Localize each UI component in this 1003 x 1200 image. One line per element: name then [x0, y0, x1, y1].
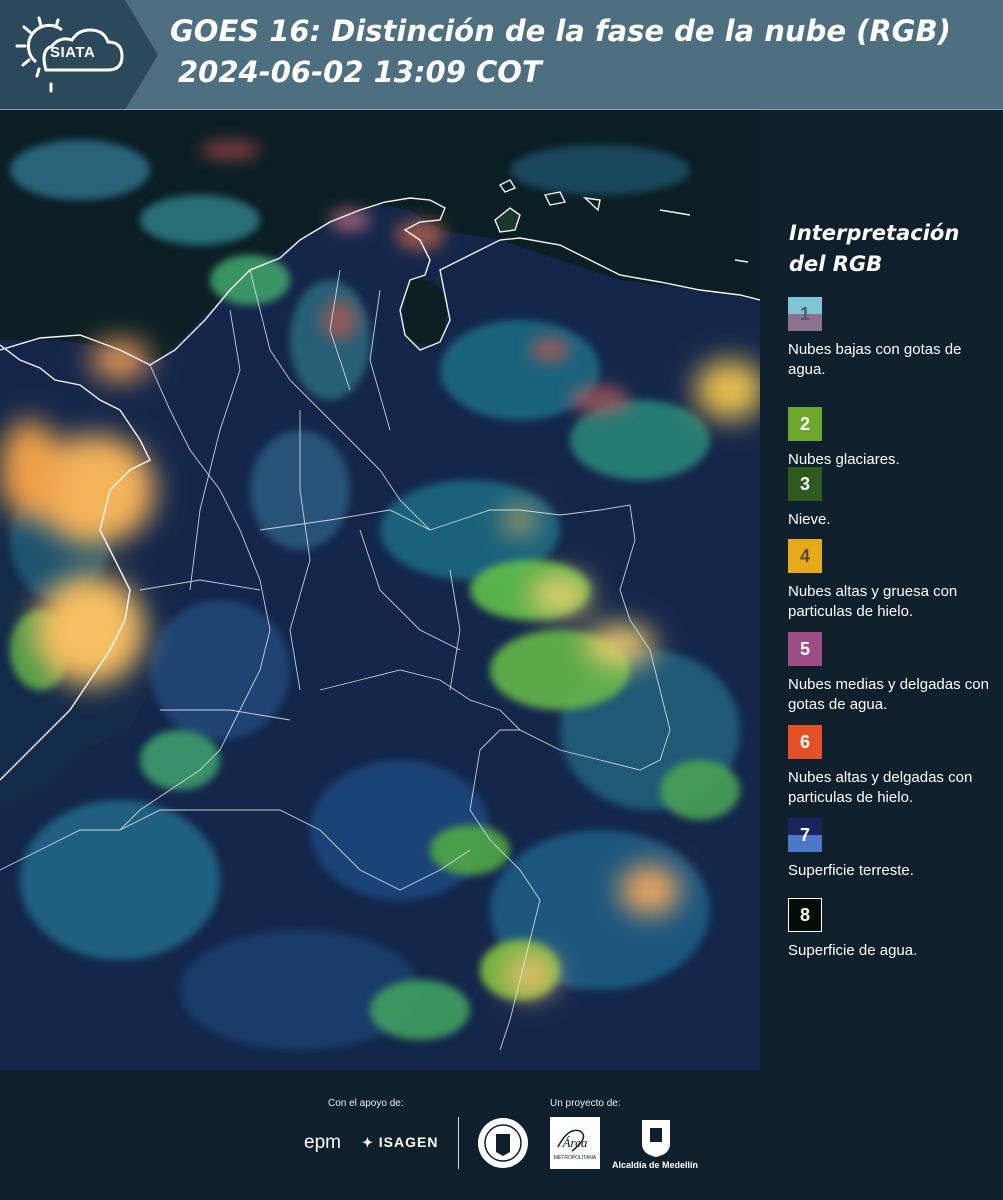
legend-number: 2	[799, 413, 810, 434]
satellite-map	[0, 110, 760, 1070]
legend-swatch: 1	[788, 297, 822, 331]
legend-label: Superficie de agua.	[788, 942, 918, 959]
siata-logo: SIATA	[0, 0, 160, 110]
legend-swatch: 3	[788, 467, 822, 501]
logo-text: SIATA	[50, 44, 96, 61]
legend-label: Nubes medias y delgadas con gotas de agu…	[788, 676, 989, 713]
alcaldia-shield-icon	[642, 1120, 670, 1157]
header: SIATA GOES 16: Distinción de la fase de …	[0, 0, 1003, 110]
support-label: Con el apoyo de:	[328, 1098, 404, 1109]
footer: Con el apoyo de: Un proyecto de: epm ✦ I…	[0, 1070, 1003, 1200]
legend-item-4: 4 Nubes altas y gruesa con particulas de …	[788, 539, 998, 622]
legend-item-6: 6 Nubes altas y delgadas con particulas d…	[788, 725, 998, 808]
legend-number: 8	[799, 904, 810, 925]
legend-item-1: 1 Nubes bajas con gotas de agua.	[788, 297, 998, 380]
satellite-image	[0, 110, 760, 1070]
alcaldia-label: Alcaldía de Medellín	[612, 1160, 699, 1170]
isagen-icon: ✦	[362, 1135, 374, 1150]
legend-label: Nubes bajas con gotas de agua.	[788, 341, 962, 378]
legend-title: Interpretación del RGB	[789, 221, 960, 276]
legend-swatch: 2	[788, 407, 822, 441]
isagen-logo: ✦ ISAGEN	[362, 1134, 438, 1151]
legend-item-8: 8 Superficie de agua.	[788, 898, 998, 961]
legend-item-3: 3 Nieve.	[788, 467, 998, 530]
area-text: Área	[562, 1135, 588, 1150]
page-timestamp: 2024-06-02 13:09 COT	[178, 55, 542, 89]
legend-number: 3	[799, 473, 810, 494]
page-title: GOES 16: Distinción de la fase de la nub…	[170, 14, 951, 48]
area-metropolitana-logo: Área METROPOLITANA	[550, 1117, 600, 1169]
isagen-text: ISAGEN	[378, 1134, 439, 1150]
legend-swatch: 8	[788, 898, 822, 932]
legend-item-5: 5 Nubes medias y delgadas con gotas de ag…	[788, 632, 998, 715]
legend-number: 4	[799, 545, 810, 566]
legend-label: Nubes altas y gruesa con particulas de h…	[788, 583, 958, 620]
footer-divider	[458, 1117, 459, 1169]
legend-label: Nubes altas y delgadas con particulas de…	[788, 769, 973, 806]
legend-swatch: 6	[788, 725, 822, 759]
legend-number: 6	[799, 731, 810, 752]
legend-swatch: 4	[788, 539, 822, 573]
legend-label: Superficie terreste.	[788, 862, 914, 879]
legend-number: 7	[799, 824, 810, 845]
legend-swatch: 5	[788, 632, 822, 666]
legend-number: 5	[799, 638, 810, 659]
legend-item-2: 2 Nubes glaciares.	[788, 407, 998, 470]
legend-number: 1	[799, 303, 810, 324]
university-seal-icon	[478, 1118, 528, 1168]
epm-logo: epm	[304, 1132, 341, 1153]
legend-label: Nieve.	[788, 511, 831, 528]
area-sub-text: METROPOLITANA	[554, 1155, 597, 1161]
legend-panel: Interpretación del RGB 1 Nubes bajas con …	[768, 110, 1003, 1070]
legend-item-7: 7 Superficie terreste.	[788, 818, 998, 881]
project-label: Un proyecto de:	[550, 1098, 621, 1109]
legend-swatch: 7	[788, 818, 822, 852]
